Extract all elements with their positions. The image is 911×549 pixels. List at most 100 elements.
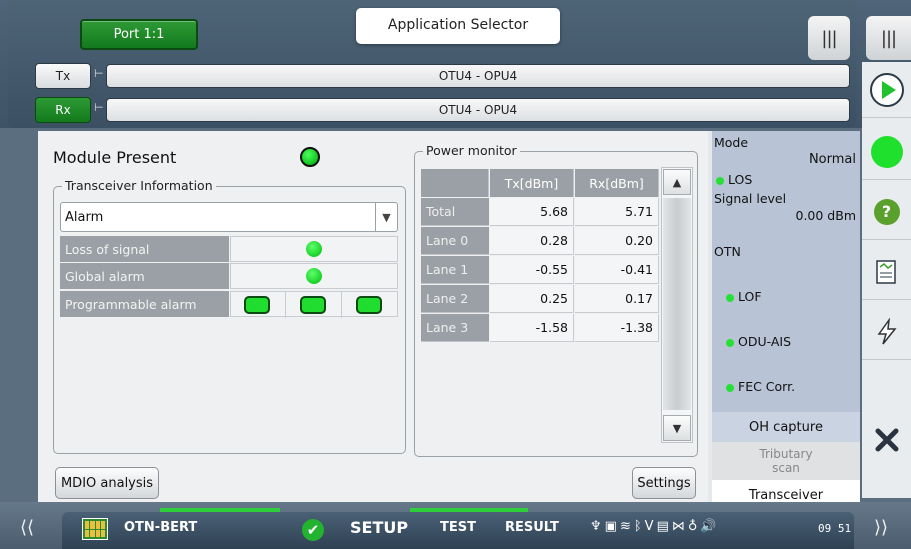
programmable-alarm-led-3 (356, 296, 382, 314)
help-button[interactable]: ? (862, 184, 911, 240)
menu-icon-secondary[interactable]: ||| (866, 16, 911, 60)
module-title: Module Present (53, 148, 177, 167)
status-led-icon (870, 135, 903, 168)
scroll-up-icon[interactable]: ▲ (663, 169, 691, 195)
rx-connector-icon: ⊢ (94, 101, 104, 114)
mode-panel: Mode Normal LOS Signal level 0.00 dBm OT… (712, 131, 860, 510)
loss-of-signal-value (230, 236, 398, 262)
fec-corr-led (726, 383, 734, 392)
tab-tributary-scan[interactable]: Tributary scan (712, 442, 860, 480)
chevron-down-icon[interactable]: ▼ (375, 203, 397, 231)
lane-1-rx: -0.41 (575, 256, 659, 284)
lightning-button[interactable] (862, 304, 911, 360)
power-icon: ♆ (590, 519, 605, 534)
right-toolbar: ? (862, 62, 911, 498)
battery-icon: ▣ (604, 519, 620, 534)
tab-oh-capture[interactable]: OH capture (712, 412, 860, 442)
scroll-down-icon[interactable]: ▼ (663, 415, 691, 441)
mode-value: Normal (808, 152, 856, 167)
signal-level-label: Signal level (714, 191, 787, 206)
v-icon: V (644, 519, 657, 534)
lane-1-tx: -0.55 (490, 256, 574, 284)
status-led-button[interactable] (862, 124, 911, 180)
system-tray-icons: ♆▣≋ᛒV▤⋈♁🔊 (590, 519, 720, 534)
rx-button[interactable]: Rx (35, 97, 91, 123)
table-row: Programmable alarm (60, 291, 398, 318)
bluetooth-icon: ᛒ (633, 519, 645, 534)
network-icon: ⋈ (671, 519, 688, 534)
tx-path-bar[interactable]: OTU4 - OPU4 (106, 64, 850, 88)
los-indicator: LOS (716, 172, 752, 187)
lightning-icon (877, 317, 897, 344)
odu-ais-indicator: ODU-AIS (726, 334, 791, 349)
table-header-rx: Rx[dBm] (575, 169, 659, 197)
otn-label: OTN (714, 244, 741, 259)
port-button[interactable]: Port 1:1 (80, 19, 198, 50)
transceiver-panel: Module Present Transceiver Information A… (38, 131, 708, 510)
global-alarm-led (306, 268, 322, 284)
loss-of-signal-led (306, 241, 322, 257)
loss-of-signal-label: Loss of signal (60, 236, 229, 262)
mdio-analysis-button[interactable]: MDIO analysis (55, 467, 159, 499)
play-button[interactable] (862, 62, 911, 118)
table-header-blank (421, 169, 489, 197)
lane-2-rx: 0.17 (575, 285, 659, 313)
odu-ais-label: ODU-AIS (738, 334, 792, 349)
alarm-dropdown[interactable]: Alarm ▼ (60, 202, 398, 232)
checkmark-icon: ✔ (302, 519, 324, 541)
alarm-dropdown-value: Alarm (65, 209, 104, 225)
total-rx: 5.71 (575, 198, 659, 226)
scroll-track[interactable] (663, 198, 691, 410)
table-row: Global alarm (60, 263, 398, 290)
fec-corr-label: FEC Corr. (738, 379, 796, 394)
application-selector-tab[interactable]: Application Selector (356, 8, 560, 44)
progress-strip-2 (410, 508, 528, 512)
report-button[interactable] (862, 244, 911, 300)
row-label-total: Total (421, 198, 489, 226)
terminal-icon: ▤ (656, 519, 672, 534)
chevron-right-icon[interactable]: ⟩⟩ (874, 517, 888, 538)
tab-result[interactable]: RESULT (505, 520, 559, 535)
power-monitor-scrollbar[interactable]: ▲ ▼ (661, 167, 693, 443)
mode-label: Mode (714, 135, 749, 150)
lof-led (726, 293, 734, 302)
wifi-icon: ≋ (619, 519, 634, 534)
menu-icon[interactable]: ||| (808, 16, 850, 60)
close-button[interactable] (862, 412, 911, 468)
lane-3-rx: -1.38 (575, 314, 659, 342)
lof-label: LOF (738, 289, 762, 304)
lane-3-tx: -1.58 (490, 314, 574, 342)
top-bar: Port 1:1 Application Selector ||| ||| Tx… (0, 0, 911, 128)
close-icon (875, 428, 898, 452)
volume-icon: 🔊 (700, 519, 720, 534)
app-grid-icon[interactable] (82, 518, 108, 540)
tx-button[interactable]: Tx (35, 63, 91, 89)
tx-connector-icon: ⊢ (94, 67, 104, 80)
los-label: LOS (728, 172, 753, 187)
los-led (716, 176, 724, 185)
transceiver-info-title: Transceiver Information (62, 178, 216, 193)
main-panel: Module Present Transceiver Information A… (38, 131, 860, 510)
progress-strip (160, 508, 280, 512)
fec-corr-indicator: FEC Corr. (726, 379, 795, 394)
global-alarm-label: Global alarm (60, 263, 229, 289)
lane-0-tx: 0.28 (490, 227, 574, 255)
report-icon (875, 259, 896, 284)
programmable-alarm-led-2 (300, 296, 326, 314)
lane-0-rx: 0.20 (575, 227, 659, 255)
programmable-alarm-led-1 (244, 296, 270, 314)
row-label-lane-1: Lane 1 (421, 256, 489, 284)
settings-button[interactable]: Settings (632, 467, 696, 499)
table-header-tx: Tx[dBm] (490, 169, 574, 197)
tab-test[interactable]: TEST (440, 520, 476, 535)
rx-path-bar[interactable]: OTU4 - OPU4 (106, 98, 850, 122)
table-row: Loss of signal (60, 236, 398, 263)
chevron-left-icon[interactable]: ⟨⟨ (20, 517, 34, 538)
global-alarm-value (230, 263, 398, 289)
lof-indicator: LOF (726, 289, 762, 304)
usb-icon: ♁ (687, 519, 701, 534)
play-icon (869, 72, 904, 107)
tab-setup[interactable]: SETUP (350, 518, 408, 537)
programmable-alarm-label: Programmable alarm (60, 291, 229, 317)
module-status-led (300, 147, 320, 167)
